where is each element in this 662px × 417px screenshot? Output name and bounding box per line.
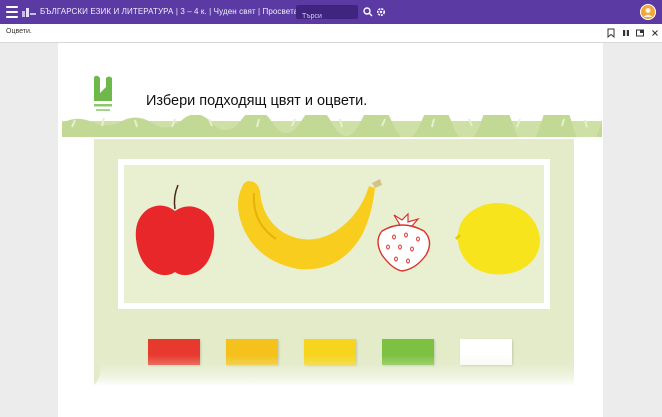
grass-border-decoration bbox=[62, 115, 602, 137]
panel-fade-decoration bbox=[94, 355, 574, 385]
search-input[interactable] bbox=[296, 9, 358, 24]
bookmark-icon[interactable] bbox=[606, 28, 616, 38]
expand-window-icon[interactable] bbox=[635, 28, 645, 38]
publisher-logo-icon[interactable] bbox=[22, 7, 36, 17]
textbook-page: Избери подходящ цвят и оцвети. bbox=[58, 43, 603, 417]
fruit-apple[interactable] bbox=[132, 179, 218, 279]
avatar-icon bbox=[643, 8, 653, 17]
coloring-panel bbox=[94, 139, 574, 385]
exercise-label: Оцвети. bbox=[6, 28, 32, 35]
publisher-brand-icon bbox=[94, 75, 112, 111]
exercise-instruction: Избери подходящ цвят и оцвети. bbox=[146, 93, 368, 109]
settings-gear-icon[interactable] bbox=[375, 6, 387, 18]
fruit-lemon[interactable] bbox=[454, 195, 544, 281]
app-bar: БЪЛГАРСКИ ЕЗИК И ЛИТЕРАТУРА | 3 – 4 к. |… bbox=[0, 0, 662, 24]
drawing-frame bbox=[118, 159, 550, 309]
fruit-banana[interactable] bbox=[232, 173, 384, 275]
drawing-area bbox=[124, 165, 544, 303]
book-title: БЪЛГАРСКИ ЕЗИК И ЛИТЕРАТУРА | 3 – 4 к. |… bbox=[40, 7, 334, 16]
hamburger-menu-icon[interactable] bbox=[6, 6, 18, 18]
search-box[interactable] bbox=[296, 5, 358, 24]
fruit-strawberry[interactable] bbox=[372, 211, 432, 273]
search-icon[interactable] bbox=[362, 6, 374, 18]
close-icon[interactable] bbox=[650, 28, 660, 38]
user-avatar[interactable] bbox=[640, 4, 656, 20]
page-toolbar: Оцвети. bbox=[0, 24, 662, 43]
columns-icon[interactable] bbox=[621, 28, 631, 38]
